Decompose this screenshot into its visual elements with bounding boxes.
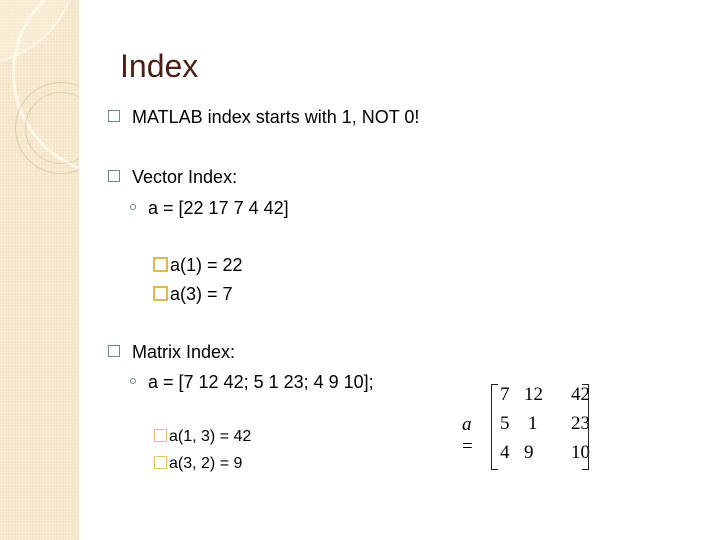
- decorative-sidebar: [0, 0, 79, 540]
- bullet-text: MATLAB index starts with 1, NOT 0!: [132, 107, 420, 127]
- example-text: a(1) = 22: [170, 255, 243, 275]
- square-bullet-icon: [108, 110, 120, 123]
- matrix-cell: 9: [524, 442, 534, 463]
- matrix-cell: 12: [524, 384, 543, 405]
- bullet-2: Vector Index:: [108, 167, 237, 188]
- matrix-grid: 7 12 42 5 1 23 4 9 10: [500, 384, 590, 471]
- example-2: a(3) = 7: [153, 284, 233, 305]
- bullet-text: Vector Index:: [132, 167, 238, 187]
- example-text: a(3) = 7: [170, 284, 233, 304]
- right-bracket: [582, 384, 589, 470]
- circle-bullet-icon: [130, 378, 136, 385]
- sub-bullet-text: a = [22 17 7 4 42]: [148, 198, 289, 218]
- bullet-text: Matrix Index:: [132, 342, 236, 362]
- matrix-cell: 5: [500, 413, 510, 434]
- matrix-lhs: a =: [462, 414, 473, 457]
- square-bullet-icon: [108, 345, 120, 358]
- sub-bullet-vector: a = [22 17 7 4 42]: [130, 198, 289, 219]
- square-bullet-icon: [154, 456, 167, 470]
- matrix-cell: 4: [500, 442, 510, 463]
- square-bullet-icon: [153, 256, 168, 272]
- example-3: a(1, 3) = 42: [154, 428, 251, 446]
- sub-bullet-matrix: a = [7 12 42; 5 1 23; 4 9 10];: [130, 372, 374, 393]
- example-1: a(1) = 22: [153, 255, 243, 276]
- bullet-3: Matrix Index:: [108, 342, 235, 363]
- left-bracket: [491, 384, 498, 470]
- square-bullet-icon: [154, 429, 167, 443]
- square-bullet-icon: [153, 285, 168, 301]
- example-text: a(3, 2) = 9: [169, 455, 243, 472]
- bullet-1: MATLAB index starts with 1, NOT 0!: [108, 107, 419, 128]
- matrix-cell: 1: [528, 413, 538, 434]
- square-bullet-icon: [108, 170, 120, 183]
- example-4: a(3, 2) = 9: [154, 455, 242, 473]
- circle-bullet-icon: [130, 204, 136, 211]
- sub-bullet-text: a = [7 12 42; 5 1 23; 4 9 10];: [148, 372, 374, 392]
- matrix-cell: 7: [500, 384, 510, 405]
- slide-title: Index: [120, 48, 199, 84]
- example-text: a(1, 3) = 42: [169, 428, 252, 445]
